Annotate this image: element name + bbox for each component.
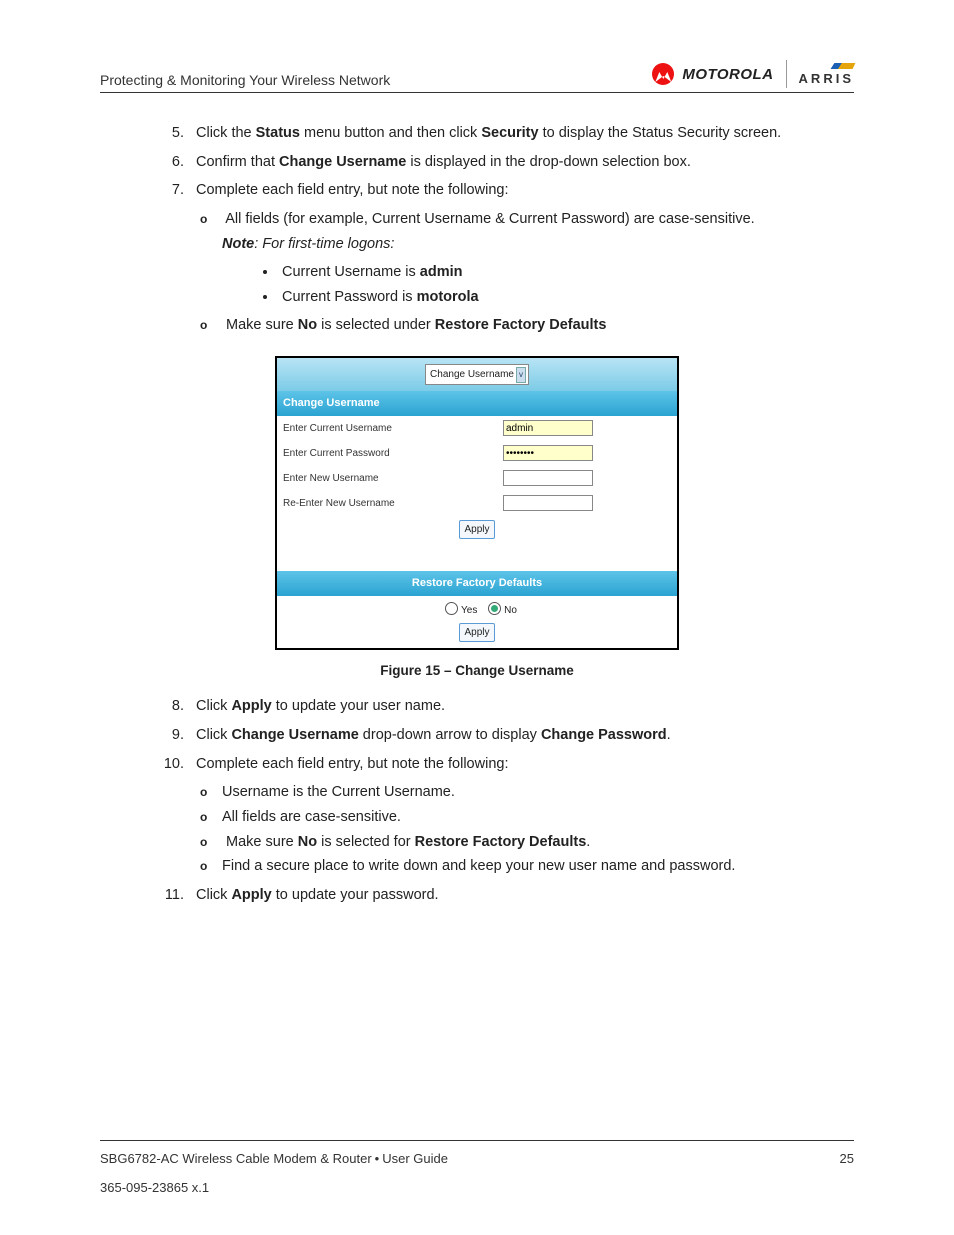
step-10-o2: All fields are case-sensitive. (222, 805, 854, 830)
radio-no[interactable] (488, 602, 501, 615)
step-5: Click the Status menu button and then cl… (188, 121, 854, 146)
apply-row-1: Apply (277, 516, 677, 549)
figure-caption: Figure 15 – Change Username (380, 660, 574, 683)
step-7: Complete each field entry, but note the … (188, 178, 854, 338)
footer-doc-title: SBG6782-AC Wireless Cable Modem & Router… (100, 1151, 448, 1166)
apply-button-1[interactable]: Apply (459, 520, 494, 539)
step-11: Click Apply to update your password. (188, 883, 854, 908)
step-10-o3: Make sure No is selected for Restore Fac… (222, 830, 854, 855)
change-username-dropdown[interactable]: Change Usernamev (425, 364, 529, 385)
step-10: Complete each field entry, but note the … (188, 752, 854, 879)
step-7-note-1: All fields (for example, Current Usernam… (222, 207, 854, 310)
row-current-username: Enter Current Username (277, 416, 677, 441)
body-content: Click the Status menu button and then cl… (100, 121, 854, 908)
step-9: Click Change Username drop-down arrow to… (188, 723, 854, 748)
chevron-down-icon: v (516, 367, 526, 383)
apply-button-2[interactable]: Apply (459, 623, 494, 642)
arris-wordmark: ARRIS (799, 63, 854, 86)
step-6: Confirm that Change Username is displaye… (188, 150, 854, 175)
screenshot-change-username: Change Usernamev Change Username Enter C… (275, 356, 679, 649)
radio-yes[interactable] (445, 602, 458, 615)
default-password: Current Password is motorola (278, 285, 854, 310)
restore-defaults-radios: Yes No (277, 596, 677, 621)
current-username-input[interactable] (503, 420, 593, 436)
page-header: Protecting & Monitoring Your Wireless Ne… (100, 60, 854, 93)
apply-row-2: Apply (277, 621, 677, 648)
step-10-o4: Find a secure place to write down and ke… (222, 854, 854, 879)
dropdown-row: Change Usernamev (277, 358, 677, 391)
default-username: Current Username is admin (278, 260, 854, 285)
motorola-icon (652, 63, 674, 85)
row-reenter-username: Re-Enter New Username (277, 491, 677, 516)
current-password-input[interactable] (503, 445, 593, 461)
page-footer: SBG6782-AC Wireless Cable Modem & Router… (100, 1140, 854, 1195)
document-number: 365-095-23865 x.1 (100, 1180, 854, 1195)
step-7-sublist: All fields (for example, Current Usernam… (196, 207, 854, 338)
instruction-list: Click the Status menu button and then cl… (100, 121, 854, 338)
row-new-username: Enter New Username (277, 466, 677, 491)
step-8: Click Apply to update your user name. (188, 694, 854, 719)
new-username-input[interactable] (503, 470, 593, 486)
brand-logos: MOTOROLA ARRIS (652, 60, 854, 88)
step-10-o1: Username is the Current Username. (222, 780, 854, 805)
reenter-username-input[interactable] (503, 495, 593, 511)
section-header-change-username: Change Username (277, 391, 677, 416)
instruction-list-cont: Click Apply to update your user name. Cl… (100, 694, 854, 907)
divider (786, 60, 787, 88)
step-7-note-2: Make sure No is selected under Restore F… (222, 313, 854, 338)
figure-15: Change Usernamev Change Username Enter C… (100, 356, 854, 682)
row-current-password: Enter Current Password (277, 441, 677, 466)
section-header-restore-defaults: Restore Factory Defaults (277, 571, 677, 596)
step-10-sublist: Username is the Current Username. All fi… (196, 780, 854, 879)
section-title: Protecting & Monitoring Your Wireless Ne… (100, 72, 390, 88)
page-number: 25 (840, 1151, 854, 1166)
motorola-wordmark: MOTOROLA (682, 66, 773, 83)
step-7-bullets: Current Username is admin Current Passwo… (222, 260, 854, 309)
